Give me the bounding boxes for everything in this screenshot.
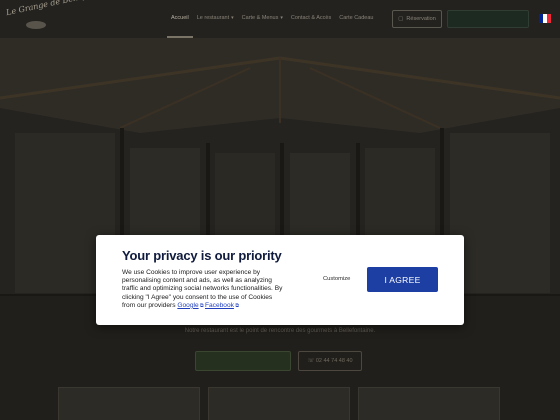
dialog-title: Your privacy is our priority: [122, 248, 282, 263]
customize-button[interactable]: Customize: [323, 276, 350, 282]
google-link[interactable]: Google: [177, 302, 198, 309]
dialog-body: We use Cookies to improve user experienc…: [122, 269, 292, 310]
body-line: We use Cookies to improve user experienc…: [122, 269, 261, 276]
body-line: clicking "I Agree" you consent to the us…: [122, 293, 273, 301]
body-line: personalising content and ads, as well a…: [122, 277, 272, 285]
body-line: traffic and optimizing social networks f…: [122, 285, 283, 293]
modal-backdrop: [0, 0, 560, 420]
body-line-text: from our providers: [122, 301, 176, 309]
facebook-link[interactable]: Facebook: [205, 302, 234, 309]
body-line: from our providers Google ⧉ Facebook ⧉: [122, 302, 292, 310]
external-link-icon: ⧉: [233, 302, 239, 309]
agree-button[interactable]: I AGREE: [367, 267, 438, 292]
cookie-consent-dialog: Your privacy is our priority We use Cook…: [96, 235, 464, 325]
